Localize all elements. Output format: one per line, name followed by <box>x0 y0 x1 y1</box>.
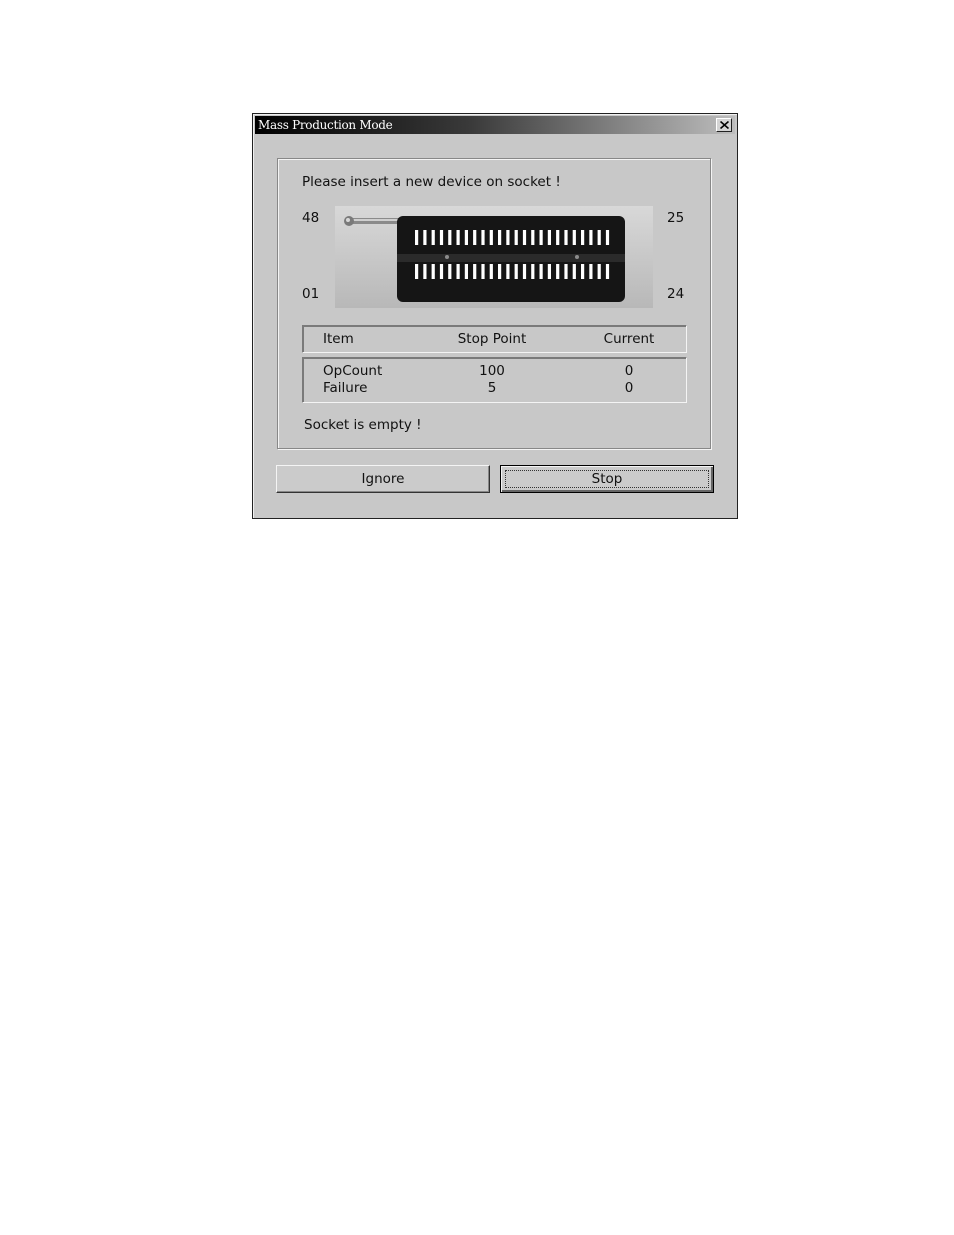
socket-pin-slot <box>531 264 535 279</box>
socket-pin-slot <box>514 264 518 279</box>
socket-pin-slot <box>415 230 419 245</box>
row-opcount-item: OpCount <box>323 363 383 379</box>
socket-pin-slot <box>464 230 468 245</box>
socket-pin-slot <box>547 230 551 245</box>
close-icon <box>720 121 729 129</box>
row-opcount-stop-point: 100 <box>479 363 505 379</box>
socket-pin-slot <box>539 230 543 245</box>
window-title: Mass Production Mode <box>258 118 393 132</box>
column-header-current: Current <box>603 331 655 347</box>
socket-pin-slot <box>448 230 452 245</box>
socket-pin-slot <box>415 264 419 279</box>
socket-pin-slot <box>589 230 593 245</box>
socket-status-text: Socket is empty ! <box>304 417 422 433</box>
socket-pin-slot <box>581 264 585 279</box>
socket-pin-slot <box>464 264 468 279</box>
ignore-button[interactable]: Ignore <box>276 465 490 493</box>
socket-pin-slot <box>489 264 493 279</box>
title-bar[interactable]: Mass Production Mode <box>255 116 735 134</box>
socket-pin-slot <box>539 264 543 279</box>
socket-pin-slot <box>448 264 452 279</box>
socket-pin-slot <box>564 230 568 245</box>
socket-pin-slot <box>498 230 502 245</box>
socket-pin-slot <box>605 230 610 245</box>
instruction-text: Please insert a new device on socket ! <box>302 174 561 190</box>
socket-pin-slot <box>473 230 477 245</box>
socket-pin-slot <box>531 230 535 245</box>
socket-pin-slot <box>556 264 560 279</box>
socket-pin-slot <box>498 264 502 279</box>
pin-label-bottom-left: 01 <box>302 286 320 302</box>
socket-pin-slot <box>522 230 527 245</box>
stop-button-label: Stop <box>591 471 623 487</box>
column-header-item: Item <box>323 331 354 347</box>
socket-pin-slot <box>431 264 435 279</box>
mass-production-dialog: Mass Production Mode Please insert a new… <box>252 113 738 519</box>
socket-pin-slot <box>564 264 568 279</box>
ignore-button-label: Ignore <box>361 471 405 487</box>
socket-pin-slot <box>423 230 427 245</box>
zif-socket-image <box>335 206 653 308</box>
socket-pin-slot <box>439 230 444 245</box>
socket-pin-slot <box>473 264 477 279</box>
pin-label-top-right: 25 <box>667 210 685 226</box>
socket-pin-slot <box>572 230 576 245</box>
pin-label-top-left: 48 <box>302 210 320 226</box>
socket-pin-slot <box>597 230 601 245</box>
row-failure-stop-point: 5 <box>487 380 497 396</box>
socket-pin-slot <box>597 264 601 279</box>
row-failure-current: 0 <box>624 380 634 396</box>
socket-pin-slot <box>572 264 576 279</box>
socket-pin-slot <box>605 264 610 279</box>
table-header: Item Stop Point Current <box>302 325 687 353</box>
socket-pin-slot <box>431 230 435 245</box>
socket-pin-slot <box>581 230 585 245</box>
table-body: OpCount 100 0 Failure 5 0 <box>302 357 687 403</box>
socket-pin-slot <box>547 264 551 279</box>
socket-pin-slot <box>456 230 460 245</box>
socket-pin-slot <box>506 264 510 279</box>
socket-pin-slot <box>514 230 518 245</box>
column-header-stop-point: Stop Point <box>457 331 527 347</box>
row-opcount-current: 0 <box>624 363 634 379</box>
row-failure-item: Failure <box>323 380 368 396</box>
socket-pin-slot <box>439 264 444 279</box>
socket-pin-slot <box>589 264 593 279</box>
stop-button[interactable]: Stop <box>500 465 714 493</box>
socket-pin-slot <box>556 230 560 245</box>
socket-pin-slot <box>481 230 485 245</box>
socket-pin-slot <box>456 264 460 279</box>
socket-pin-slot <box>522 264 527 279</box>
socket-pin-slot <box>506 230 510 245</box>
socket-pin-slot <box>489 230 493 245</box>
socket-pin-slot <box>423 264 427 279</box>
pin-label-bottom-right: 24 <box>667 286 685 302</box>
close-button[interactable] <box>716 118 732 132</box>
socket-pin-slot <box>481 264 485 279</box>
